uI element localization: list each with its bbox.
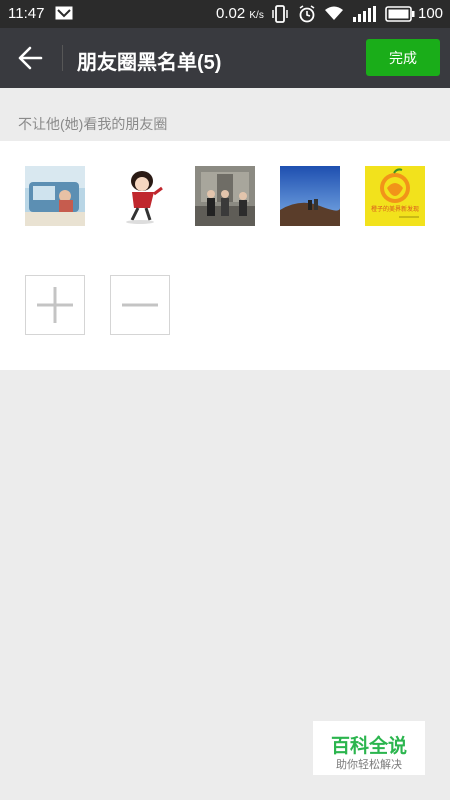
blacklist-panel: 橙子的美界新发现 [0,141,450,370]
back-arrow-icon [10,46,50,80]
vibrate-icon [272,5,288,23]
network-speed: 0.02 K/s [216,5,264,22]
plus-icon [26,287,84,338]
battery-percent: 100 [418,5,444,22]
sky-landscape-icon [280,166,340,226]
done-button[interactable]: 完成 [366,39,440,76]
orange-logo-icon: 橙子的美界新发现 [365,166,425,226]
minus-icon [111,303,169,338]
member-avatar[interactable] [280,166,340,226]
watermark-title: 百科全说 [330,736,407,757]
car-photo-icon [25,166,85,226]
signal-icon [352,6,376,22]
speed-unit: K/s [249,10,264,21]
status-time: 11:47 [8,5,45,22]
watermark-logo: 百科全说 助你轻松解决 [313,721,425,775]
add-member-button[interactable] [25,275,85,335]
alarm-icon [298,5,316,23]
section-label: 不让他(她)看我的朋友圈 [18,116,168,132]
cartoon-girl-icon [110,166,170,226]
app-header: 朋友圈黑名单(5) 完成 [0,28,450,88]
battery-icon [385,6,415,22]
member-avatar[interactable] [25,166,85,226]
member-avatar[interactable]: 橙子的美界新发现 [365,166,425,226]
page-title: 朋友圈黑名单(5) [77,52,222,74]
back-button[interactable] [10,40,50,76]
member-avatar[interactable] [195,166,255,226]
wifi-icon [324,6,344,22]
header-divider [62,45,63,71]
speed-value: 0.02 [216,5,246,22]
watermark-subtitle: 助你轻松解决 [336,759,402,771]
member-avatar[interactable] [110,166,170,226]
message-icon [55,6,73,20]
group-photo-icon [195,166,255,226]
remove-member-button[interactable] [110,275,170,335]
orange-logo-caption: 橙子的美界新发现 [371,205,419,213]
status-bar: 11:47 0.02 K/s 100 [0,0,450,28]
